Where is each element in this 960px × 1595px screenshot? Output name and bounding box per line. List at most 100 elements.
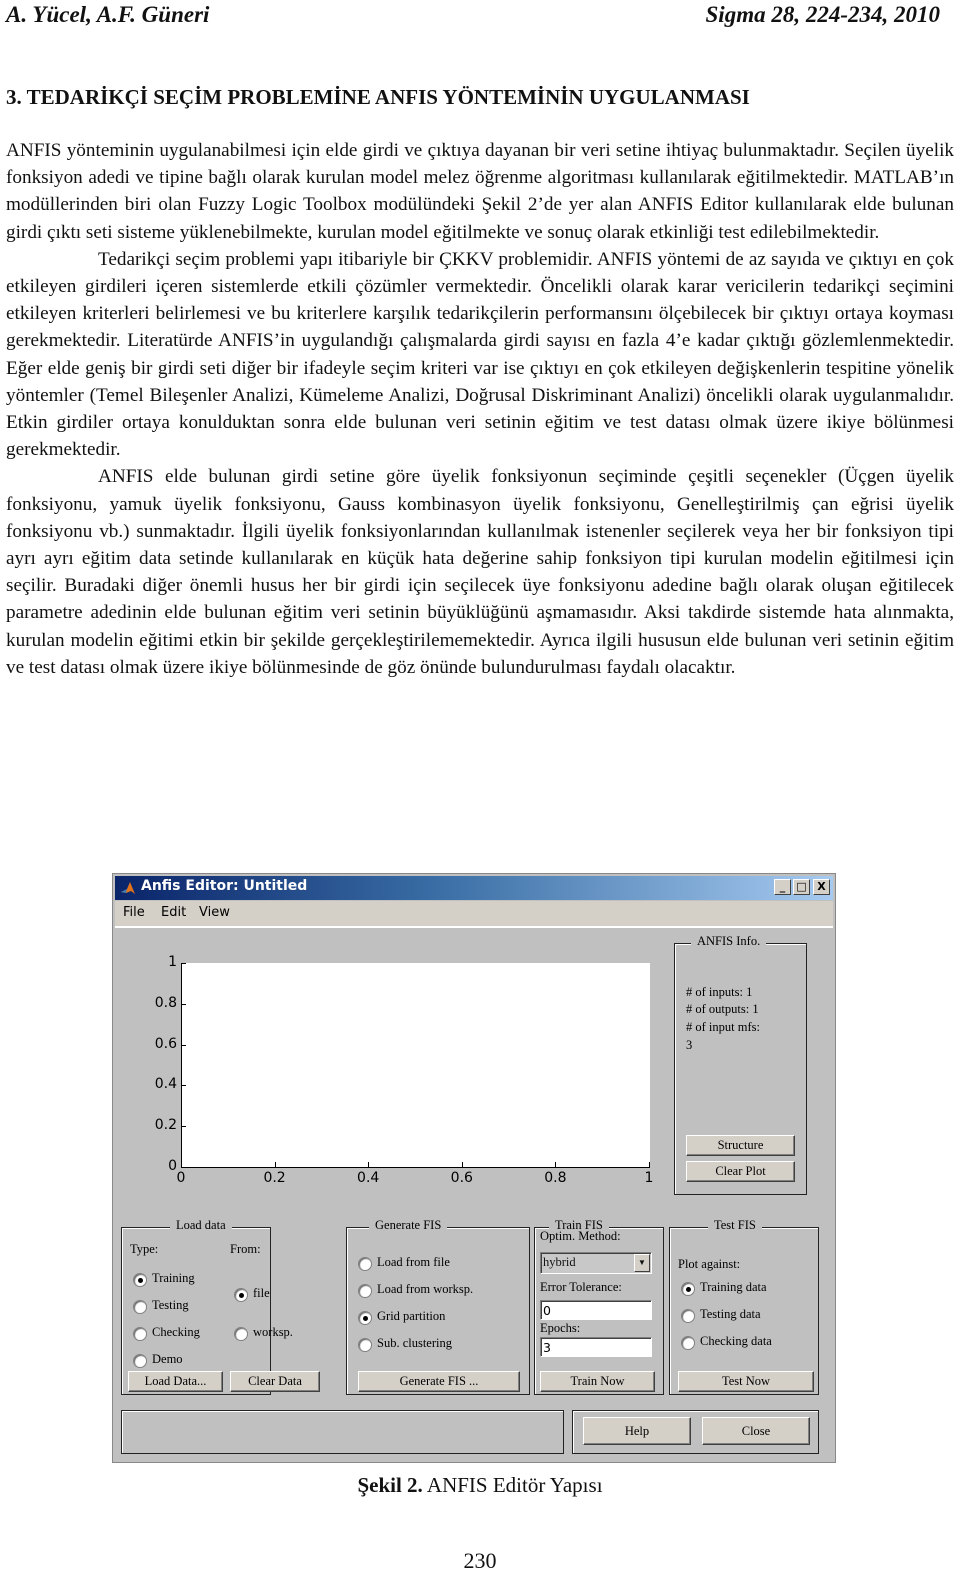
radio-label: Checking [152, 1325, 200, 1339]
paragraph: ANFIS elde bulunan girdi setine göre üye… [6, 466, 954, 678]
generate-fis-panel: Generate FIS Load from file Load from wo… [346, 1218, 530, 1395]
plot-axes [181, 963, 650, 1168]
radio-label: worksp. [253, 1325, 293, 1339]
generate-fis-label: Generate FIS [369, 1218, 448, 1233]
radio-file[interactable] [234, 1288, 248, 1302]
radio-sub-clustering[interactable] [358, 1338, 372, 1352]
radio-load-from-file[interactable] [358, 1257, 372, 1271]
y-tick-mark [181, 1126, 186, 1128]
y-tick-mark [181, 1003, 186, 1005]
load-data-label: Load data [170, 1218, 232, 1233]
window-title: Anfis Editor: Untitled [141, 878, 308, 894]
menu-bar: File Edit View [115, 901, 833, 928]
y-tick-mark [181, 1167, 186, 1168]
caption-label: Şekil 2. [357, 1473, 423, 1497]
help-button[interactable]: Help [583, 1417, 691, 1445]
radio-label: Grid partition [377, 1309, 446, 1323]
error-tolerance-input[interactable] [540, 1300, 652, 1320]
radio-label: Load from worksp. [377, 1282, 474, 1296]
y-tick-label: 0.8 [154, 994, 177, 1011]
chevron-down-icon[interactable]: ▼ [634, 1254, 650, 1272]
menu-edit[interactable]: Edit [161, 905, 186, 920]
test-now-button[interactable]: Test Now [678, 1371, 814, 1392]
paragraph: Tedarikçi seçim problemi yapı itibariyle… [6, 248, 954, 461]
radio-label: Sub. clustering [377, 1336, 452, 1350]
from-label: From: [230, 1242, 261, 1256]
clear-plot-button[interactable]: Clear Plot [686, 1161, 795, 1182]
close-window-button[interactable]: X [813, 879, 830, 895]
running-header-authors: A. Yücel, A.F. Güneri [6, 2, 210, 27]
minimize-button[interactable]: _ [774, 879, 791, 895]
x-tick-label: 0.8 [544, 1170, 567, 1186]
help-close-panel: Help Close [572, 1410, 819, 1454]
type-label: Type: [130, 1242, 159, 1256]
test-fis-label: Test FIS [708, 1218, 762, 1233]
close-button[interactable]: Close [702, 1417, 810, 1445]
clear-data-button[interactable]: Clear Data [230, 1371, 320, 1392]
structure-button[interactable]: Structure [686, 1135, 795, 1156]
anfis-info-panel: ANFIS Info. # of inputs: 1 # of outputs:… [674, 934, 807, 1195]
radio-training-data[interactable] [681, 1282, 695, 1296]
y-tick-mark [181, 963, 186, 964]
y-tick-label: 0.4 [154, 1076, 177, 1093]
info-line: # of inputs: 1 [686, 985, 753, 999]
info-line: 3 [686, 1038, 693, 1052]
x-tick-mark [555, 1162, 557, 1167]
radio-checking[interactable] [133, 1327, 147, 1341]
caption-text: ANFIS Editör Yapısı [422, 1473, 603, 1497]
maximize-button[interactable]: □ [793, 879, 810, 895]
radio-label: Training [152, 1271, 195, 1285]
radio-label: file [253, 1286, 270, 1300]
radio-testing[interactable] [133, 1300, 147, 1314]
x-tick-mark [368, 1162, 370, 1167]
error-tolerance-label: Error Tolerance: [540, 1280, 622, 1294]
status-panel [121, 1410, 564, 1454]
radio-checking-data[interactable] [681, 1336, 695, 1350]
y-tick-label: 0.6 [154, 1035, 177, 1052]
y-tick-mark [181, 1044, 186, 1046]
title-bar: Anfis Editor: Untitled _ □ X [115, 876, 833, 900]
plot-against-label: Plot against: [678, 1257, 741, 1271]
radio-training[interactable] [133, 1273, 147, 1287]
matlab-logo-icon [121, 882, 135, 894]
y-tick-label: 0.2 [154, 1117, 177, 1134]
figure-caption: Şekil 2. ANFIS Editör Yapısı [0, 1473, 960, 1498]
epochs-input[interactable] [540, 1337, 652, 1357]
radio-label: Checking data [700, 1334, 772, 1348]
radio-label: Training data [700, 1280, 767, 1294]
paragraph: ANFIS yönteminin uygulanabilmesi için el… [6, 140, 954, 243]
optim-method-label: Optim. Method: [540, 1229, 621, 1243]
optim-method-value: hybrid [543, 1255, 576, 1269]
info-line: # of outputs: 1 [686, 1002, 759, 1016]
test-fis-panel: Test FIS Plot against: Training data Tes… [669, 1218, 819, 1395]
epochs-label: Epochs: [540, 1321, 581, 1335]
radio-demo[interactable] [133, 1354, 147, 1368]
menu-file[interactable]: File [123, 905, 145, 920]
x-tick-label: 0 [176, 1170, 186, 1186]
anfis-info-label: ANFIS Info. [691, 934, 767, 949]
menu-view[interactable]: View [199, 905, 230, 920]
radio-label: Load from file [377, 1255, 450, 1269]
y-tick-label: 1 [168, 954, 177, 970]
body-text: ANFIS yönteminin uygulanabilmesi için el… [6, 137, 954, 681]
load-data-panel: Load data Type: From: Training Testing C… [121, 1218, 320, 1395]
train-now-button[interactable]: Train Now [540, 1371, 655, 1392]
train-fis-panel: Train FIS Optim. Method: hybrid ▼ Error … [534, 1218, 664, 1395]
section-title: 3. TEDARİKÇİ SEÇİM PROBLEMİNE ANFIS YÖNT… [6, 85, 750, 109]
radio-grid-partition[interactable] [358, 1311, 372, 1325]
optim-method-select[interactable]: hybrid ▼ [540, 1252, 652, 1274]
info-line: # of input mfs: [686, 1020, 760, 1034]
generate-fis-button[interactable]: Generate FIS ... [358, 1371, 520, 1392]
radio-load-from-worksp[interactable] [358, 1284, 372, 1298]
x-tick-mark [649, 1162, 650, 1167]
page-number: 230 [463, 1548, 497, 1573]
load-data-button[interactable]: Load Data... [128, 1371, 223, 1392]
radio-testing-data[interactable] [681, 1309, 695, 1323]
radio-label: Demo [152, 1352, 183, 1366]
x-tick-label: 0.6 [450, 1170, 473, 1186]
radio-label: Testing [152, 1298, 189, 1312]
x-tick-label: 0.2 [263, 1170, 286, 1186]
radio-worksp[interactable] [234, 1327, 248, 1341]
y-tick-mark [181, 1085, 186, 1087]
running-header-journal: Sigma 28, 224-234, 2010 [705, 2, 940, 27]
